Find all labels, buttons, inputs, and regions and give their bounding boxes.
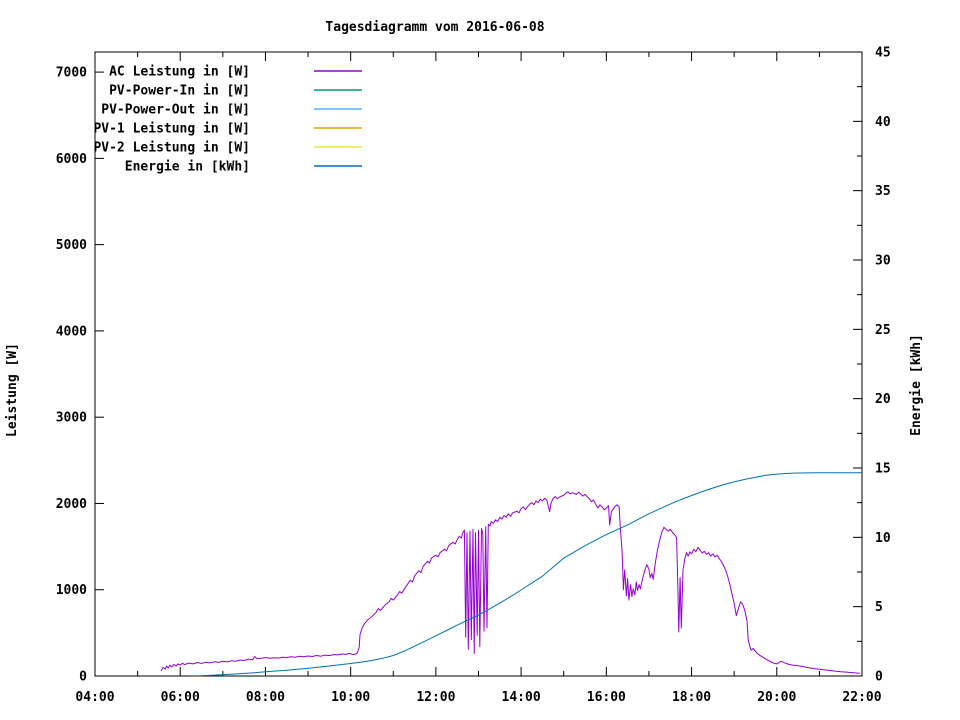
x-tick-label: 10:00	[331, 690, 370, 705]
y-right-tick-label: 45	[875, 46, 891, 61]
y-right-tick-label: 35	[875, 184, 891, 199]
legend-label: PV-Power-Out in [W]	[101, 103, 250, 118]
y-right-tick-label: 40	[875, 115, 891, 130]
y-right-tick-label: 0	[875, 670, 883, 685]
y-left-tick-label: 6000	[56, 152, 87, 167]
chart-canvas: Tagesdiagramm vom 2016-06-08 Leistung [W…	[0, 0, 960, 720]
series-energie-in-kwh-	[190, 472, 862, 677]
legend-label: PV-Power-In in [W]	[109, 84, 250, 99]
legend-label: PV-2 Leistung in [W]	[93, 141, 250, 156]
y-left-tick-label: 0	[79, 670, 87, 685]
x-tick-label: 20:00	[757, 690, 796, 705]
y-left-tick-label: 5000	[56, 238, 87, 253]
x-tick-label: 08:00	[246, 690, 285, 705]
y-left-tick-label: 2000	[56, 497, 87, 512]
series-ac-leistung-in-w-	[160, 491, 860, 674]
x-tick-label: 04:00	[75, 690, 114, 705]
y-right-tick-label: 15	[875, 462, 891, 477]
x-tick-label: 22:00	[842, 690, 881, 705]
legend-label: PV-1 Leistung in [W]	[93, 122, 250, 137]
y-left-tick-label: 7000	[56, 66, 87, 81]
y-left-tick-label: 3000	[56, 411, 87, 426]
y-right-tick-label: 30	[875, 254, 891, 269]
y-right-tick-label: 10	[875, 531, 891, 546]
y-right-tick-label: 5	[875, 600, 883, 615]
y-left-tick-label: 1000	[56, 583, 87, 598]
x-tick-label: 06:00	[161, 690, 200, 705]
y-left-tick-label: 4000	[56, 324, 87, 339]
x-tick-label: 18:00	[672, 690, 711, 705]
x-tick-label: 12:00	[416, 690, 455, 705]
legend-label: AC Leistung in [W]	[109, 65, 250, 80]
y-right-tick-label: 25	[875, 323, 891, 338]
y-right-tick-label: 20	[875, 392, 891, 407]
x-tick-label: 14:00	[502, 690, 541, 705]
plot-svg: 04:00 06:00 08:00 10:00 12:00 14:00 16:00 18:00…	[56, 46, 891, 706]
legend-label: Energie in [kWh]	[125, 160, 250, 175]
x-tick-label: 16:00	[587, 690, 626, 705]
